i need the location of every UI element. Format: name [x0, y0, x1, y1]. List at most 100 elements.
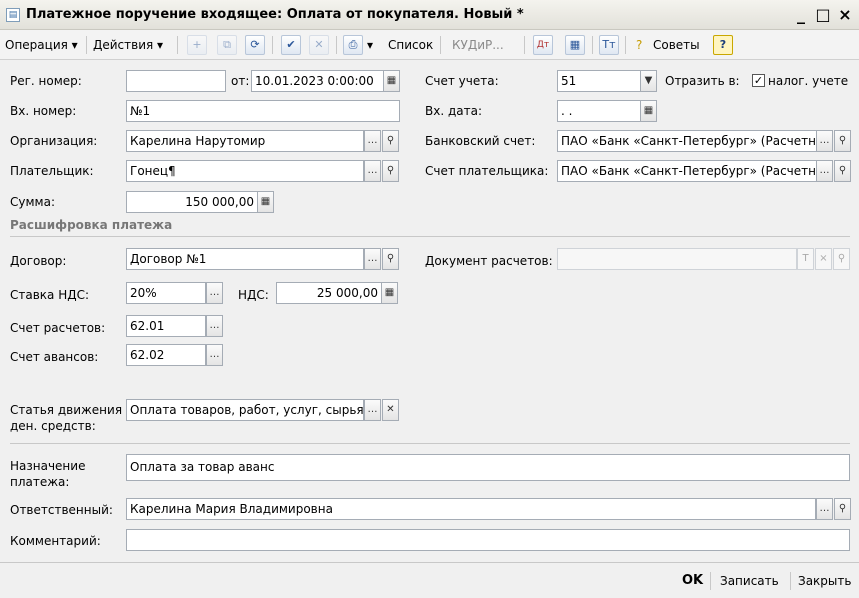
divider: [10, 443, 850, 444]
responsible-label: Ответственный:: [10, 503, 113, 517]
text-type-icon[interactable]: T: [797, 248, 814, 270]
contract-input[interactable]: Договор №1: [126, 248, 364, 270]
minimize-button[interactable]: _: [791, 5, 811, 25]
toolbar-separator: [336, 36, 337, 54]
purpose-input[interactable]: Оплата за товар аванс: [126, 454, 850, 481]
list-button[interactable]: Список: [385, 34, 436, 56]
organization-input[interactable]: Карелина Нарутомир: [126, 130, 364, 152]
account-select[interactable]: 51: [557, 70, 641, 92]
search-icon[interactable]: ⚲: [382, 130, 399, 152]
comment-input[interactable]: [126, 529, 850, 551]
add-row-icon[interactable]: +: [187, 35, 207, 55]
advance-account-input[interactable]: 62.02: [126, 344, 206, 366]
reflect-in-label: Отразить в:: [665, 74, 740, 88]
date-from-input[interactable]: 10.01.2023 0:00:00: [251, 70, 384, 92]
settlement-account-label: Счет расчетов:: [10, 321, 106, 335]
search-icon[interactable]: ⚲: [834, 498, 851, 520]
select-button[interactable]: …: [816, 160, 833, 182]
select-button[interactable]: …: [816, 498, 833, 520]
toolbar-separator: [625, 36, 626, 54]
unpost-document-icon[interactable]: ✕: [309, 35, 329, 55]
save-button[interactable]: Записать: [720, 571, 779, 591]
organization-label: Организация:: [10, 134, 98, 148]
reg-number-input[interactable]: [126, 70, 226, 92]
tips-icon[interactable]: ?: [633, 34, 645, 56]
in-number-input[interactable]: №1: [126, 100, 400, 122]
chevron-down-icon[interactable]: ▼: [640, 70, 657, 92]
search-icon[interactable]: ⚲: [382, 160, 399, 182]
footer-separator: [790, 572, 791, 590]
toolbar-separator: [440, 36, 441, 54]
kudir-button[interactable]: КУДиР...: [449, 34, 507, 56]
select-button[interactable]: …: [364, 248, 381, 270]
tips-button[interactable]: Советы: [650, 34, 703, 56]
calendar-icon[interactable]: ▦: [383, 70, 400, 92]
select-button[interactable]: …: [206, 344, 223, 366]
calendar-icon[interactable]: ▦: [640, 100, 657, 122]
footer-bar: OK Записать Закрыть: [0, 562, 859, 598]
select-button[interactable]: …: [816, 130, 833, 152]
search-icon[interactable]: ⚲: [834, 130, 851, 152]
cash-flow-label: Статья движения: [10, 403, 123, 417]
settlement-account-input[interactable]: 62.01: [126, 315, 206, 337]
vat-rate-label: Ставка НДС:: [10, 288, 90, 302]
structure-icon[interactable]: ▦: [565, 35, 585, 55]
settlement-doc-input[interactable]: [557, 248, 797, 270]
payer-account-label: Счет плательщика:: [425, 164, 549, 178]
cash-flow-input[interactable]: Оплата товаров, работ, услуг, сырья: [126, 399, 364, 421]
select-button[interactable]: …: [206, 282, 223, 304]
maximize-button[interactable]: □: [813, 5, 833, 25]
close-button[interactable]: Закрыть: [798, 571, 851, 591]
reg-number-label: Рег. номер:: [10, 74, 82, 88]
cash-flow-label-line2: ден. средств:: [10, 419, 96, 433]
ok-button[interactable]: OK: [682, 571, 703, 591]
refresh-icon[interactable]: ⟳: [245, 35, 265, 55]
bank-account-label: Банковский счет:: [425, 134, 536, 148]
footer-separator: [710, 572, 711, 590]
debit-credit-icon[interactable]: Дт: [533, 35, 553, 55]
bank-account-input[interactable]: ПАО «Банк «Санкт-Петербург» (Расчетн: [557, 130, 817, 152]
calculator-icon[interactable]: ▦: [381, 282, 398, 304]
toolbar-separator: [524, 36, 525, 54]
toolbar-separator: [272, 36, 273, 54]
select-button[interactable]: …: [206, 315, 223, 337]
responsible-input[interactable]: Карелина Мария Владимировна: [126, 498, 816, 520]
in-number-label: Вх. номер:: [10, 104, 77, 118]
in-date-input[interactable]: . .: [557, 100, 641, 122]
purpose-label: Назначение: [10, 459, 86, 473]
search-icon[interactable]: ⚲: [834, 160, 851, 182]
text-format-icon[interactable]: Tт: [599, 35, 619, 55]
toolbar-separator: [177, 36, 178, 54]
tax-accounting-label: налог. учете: [768, 74, 849, 88]
settlement-doc-label: Документ расчетов:: [425, 254, 553, 268]
copy-icon[interactable]: ⧉: [217, 35, 237, 55]
comment-label: Комментарий:: [10, 534, 101, 548]
payer-account-input[interactable]: ПАО «Банк «Санкт-Петербург» (Расчетн: [557, 160, 817, 182]
operation-menu[interactable]: Операция ▾: [2, 34, 81, 56]
select-button[interactable]: …: [364, 160, 381, 182]
section-title: Расшифровка платежа: [10, 218, 173, 232]
actions-menu[interactable]: Действия ▾: [90, 34, 166, 56]
search-icon[interactable]: ⚲: [833, 248, 850, 270]
vat-input[interactable]: 25 000,00: [276, 282, 382, 304]
post-document-icon[interactable]: ✔: [281, 35, 301, 55]
clear-icon[interactable]: ×: [815, 248, 832, 270]
tax-accounting-checkbox[interactable]: ✓: [752, 74, 765, 87]
print-icon[interactable]: ⎙: [343, 35, 363, 55]
calculator-icon[interactable]: ▦: [257, 191, 274, 213]
close-window-button[interactable]: ×: [835, 5, 855, 25]
payer-input[interactable]: Гонец¶: [126, 160, 364, 182]
clear-icon[interactable]: ✕: [382, 399, 399, 421]
toolbar-separator: [86, 36, 87, 54]
sum-input[interactable]: 150 000,00: [126, 191, 258, 213]
print-dropdown-icon[interactable]: ▾: [364, 34, 376, 56]
select-button[interactable]: …: [364, 130, 381, 152]
help-icon[interactable]: ?: [713, 35, 733, 55]
divider: [10, 236, 850, 237]
purpose-label-line2: платежа:: [10, 475, 70, 489]
document-icon: ▤: [6, 8, 20, 22]
vat-rate-input[interactable]: 20%: [126, 282, 206, 304]
contract-label: Договор:: [10, 254, 67, 268]
select-button[interactable]: …: [364, 399, 381, 421]
search-icon[interactable]: ⚲: [382, 248, 399, 270]
